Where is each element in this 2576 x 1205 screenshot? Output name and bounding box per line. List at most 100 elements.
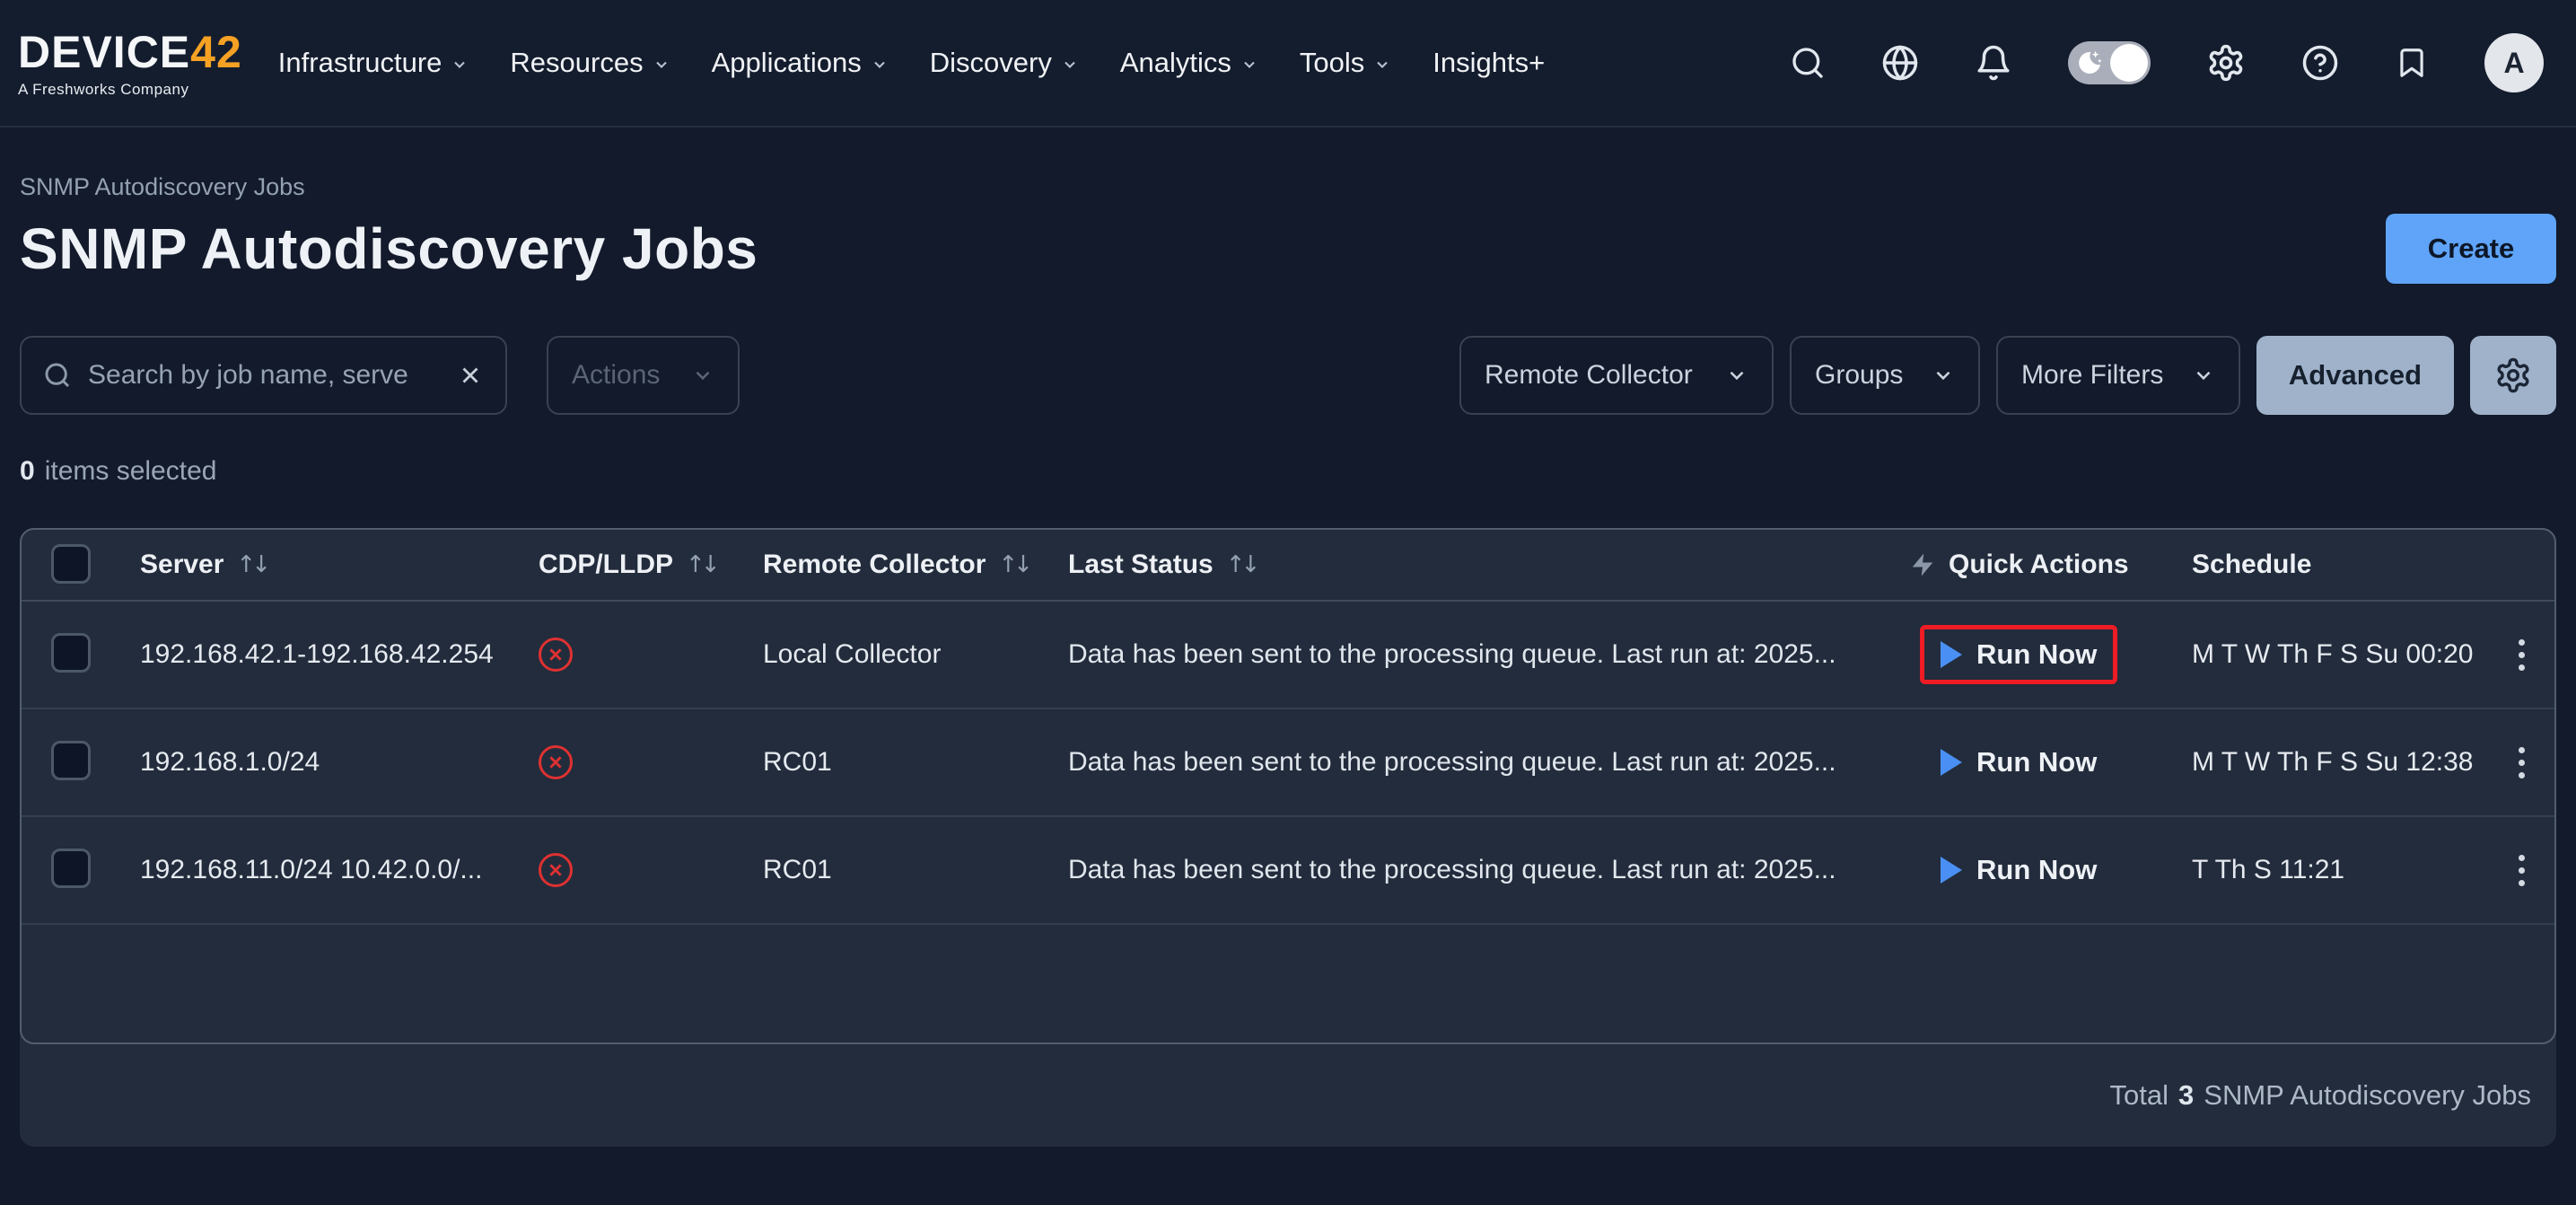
- nav-item-label: Discovery: [930, 47, 1052, 79]
- total-suffix: SNMP Autodiscovery Jobs: [2204, 1079, 2531, 1112]
- table-footer: Total 3 SNMP Autodiscovery Jobs: [20, 1044, 2556, 1147]
- logo-subtitle: A Freshworks Company: [18, 82, 242, 97]
- nav-item-label: Infrastructure: [278, 47, 442, 79]
- table-settings-gear-icon[interactable]: [2470, 336, 2556, 415]
- logo-text: DEVICE42: [18, 30, 242, 75]
- run-now-button-highlighted[interactable]: Run Now: [1920, 625, 2117, 684]
- nav-item-applications[interactable]: Applications: [712, 47, 889, 79]
- column-header-quick-actions: Quick Actions: [1909, 550, 2192, 580]
- row-checkbox[interactable]: [51, 849, 91, 888]
- remote-collector-cell: Local Collector: [763, 639, 1068, 670]
- column-header-schedule: Schedule: [2192, 550, 2488, 580]
- cdp-lldp-disabled-icon: [539, 638, 573, 672]
- column-header-cdp-lldp[interactable]: CDP/LLDP: [539, 550, 763, 580]
- search-icon[interactable]: [1790, 45, 1826, 81]
- nav-item-discovery[interactable]: Discovery: [930, 47, 1079, 79]
- advanced-button[interactable]: Advanced: [2256, 336, 2454, 415]
- theme-toggle[interactable]: [2068, 41, 2151, 84]
- row-checkbox[interactable]: [51, 741, 91, 780]
- logo-main: DEVICE: [18, 27, 190, 77]
- breadcrumb[interactable]: SNMP Autodiscovery Jobs: [20, 173, 2556, 201]
- run-now-button[interactable]: Run Now: [1920, 733, 2117, 792]
- lightning-icon: [1909, 551, 1936, 578]
- nav-item-infrastructure[interactable]: Infrastructure: [278, 47, 469, 79]
- chevron-down-icon: [1725, 364, 1748, 387]
- chevron-down-icon: [871, 56, 889, 74]
- table-row: 192.168.42.1-192.168.42.254 Local Collec…: [22, 602, 2554, 709]
- bookmark-icon[interactable]: [2395, 46, 2429, 80]
- nav-item-label: Tools: [1300, 47, 1364, 79]
- column-header-server[interactable]: Server: [140, 550, 539, 580]
- run-now-label: Run Now: [1976, 746, 2097, 778]
- chevron-down-icon: [2192, 364, 2215, 387]
- help-icon[interactable]: [2301, 44, 2339, 82]
- cdp-lldp-disabled-icon: [539, 745, 573, 779]
- table-row: 192.168.1.0/24 RC01 Data has been sent t…: [22, 709, 2554, 817]
- run-now-button[interactable]: Run Now: [1920, 840, 2117, 900]
- filter-group: Remote Collector Groups More Filters Adv…: [1459, 336, 2556, 415]
- search-box: [20, 336, 507, 415]
- filter-label: More Filters: [2021, 360, 2163, 391]
- select-all-checkbox[interactable]: [51, 544, 91, 584]
- column-header-last-status[interactable]: Last Status: [1068, 550, 1909, 580]
- notifications-bell-icon[interactable]: [1975, 44, 2012, 82]
- run-now-label: Run Now: [1976, 854, 2097, 886]
- last-status-cell: Data has been sent to the processing que…: [1068, 639, 1909, 670]
- row-menu-kebab-icon[interactable]: [2510, 738, 2534, 787]
- nav-item-tools[interactable]: Tools: [1300, 47, 1391, 79]
- chevron-down-icon: [691, 364, 714, 387]
- column-label: Schedule: [2192, 550, 2311, 580]
- user-avatar[interactable]: A: [2484, 33, 2544, 92]
- column-label: CDP/LLDP: [539, 550, 673, 580]
- filter-label: Groups: [1815, 360, 1903, 391]
- sort-icon: [686, 551, 716, 578]
- filter-label: Remote Collector: [1485, 360, 1693, 391]
- groups-filter[interactable]: Groups: [1790, 336, 1980, 415]
- total-count: 3: [2178, 1079, 2194, 1112]
- remote-collector-cell: RC01: [763, 747, 1068, 778]
- play-icon: [1941, 749, 1962, 776]
- clear-search-icon[interactable]: [457, 362, 484, 389]
- top-navigation: DEVICE42 A Freshworks Company Infrastruc…: [0, 0, 2576, 128]
- actions-dropdown[interactable]: Actions: [547, 336, 740, 415]
- globe-icon[interactable]: [1881, 44, 1919, 82]
- logo-accent: 42: [190, 27, 242, 77]
- nav-item-label: Resources: [510, 47, 643, 79]
- chevron-down-icon: [1240, 56, 1258, 74]
- row-menu-kebab-icon[interactable]: [2510, 846, 2534, 895]
- row-checkbox[interactable]: [51, 633, 91, 673]
- remote-collector-cell: RC01: [763, 855, 1068, 885]
- sort-icon: [998, 551, 1029, 578]
- server-cell: 192.168.11.0/24 10.42.0.0/...: [140, 855, 539, 885]
- row-menu-kebab-icon[interactable]: [2510, 630, 2534, 680]
- actions-label: Actions: [572, 360, 660, 391]
- table-empty-space: [22, 925, 2554, 1042]
- chevron-down-icon: [1061, 56, 1079, 74]
- chevron-down-icon: [451, 56, 469, 74]
- server-cell: 192.168.1.0/24: [140, 747, 539, 778]
- nav-item-resources[interactable]: Resources: [510, 47, 670, 79]
- selection-status: 0 items selected: [20, 456, 2556, 487]
- schedule-cell: M T W Th F S Su 12:38: [2192, 747, 2488, 778]
- settings-gear-icon[interactable]: [2206, 43, 2246, 83]
- nav-item-label: Insights+: [1433, 47, 1545, 79]
- main-menu: Infrastructure Resources Applications Di…: [278, 47, 1545, 79]
- table-header-row: Server CDP/LLDP Remote Collector Last St…: [22, 530, 2554, 602]
- selection-count: 0: [20, 456, 35, 487]
- run-now-label: Run Now: [1976, 638, 2097, 671]
- column-header-remote-collector[interactable]: Remote Collector: [763, 550, 1068, 580]
- more-filters-dropdown[interactable]: More Filters: [1996, 336, 2240, 415]
- nav-item-analytics[interactable]: Analytics: [1120, 47, 1258, 79]
- remote-collector-filter[interactable]: Remote Collector: [1459, 336, 1774, 415]
- chevron-down-icon: [1373, 56, 1391, 74]
- moon-icon: [2075, 48, 2104, 77]
- column-label: Remote Collector: [763, 550, 986, 580]
- nav-item-label: Applications: [712, 47, 862, 79]
- nav-item-insights-plus[interactable]: Insights+: [1433, 47, 1545, 79]
- last-status-cell: Data has been sent to the processing que…: [1068, 747, 1909, 778]
- create-button[interactable]: Create: [2386, 214, 2556, 284]
- search-input[interactable]: [88, 360, 441, 391]
- sort-icon: [236, 551, 267, 578]
- column-label: Quick Actions: [1949, 550, 2129, 580]
- device42-logo[interactable]: DEVICE42 A Freshworks Company: [18, 30, 242, 97]
